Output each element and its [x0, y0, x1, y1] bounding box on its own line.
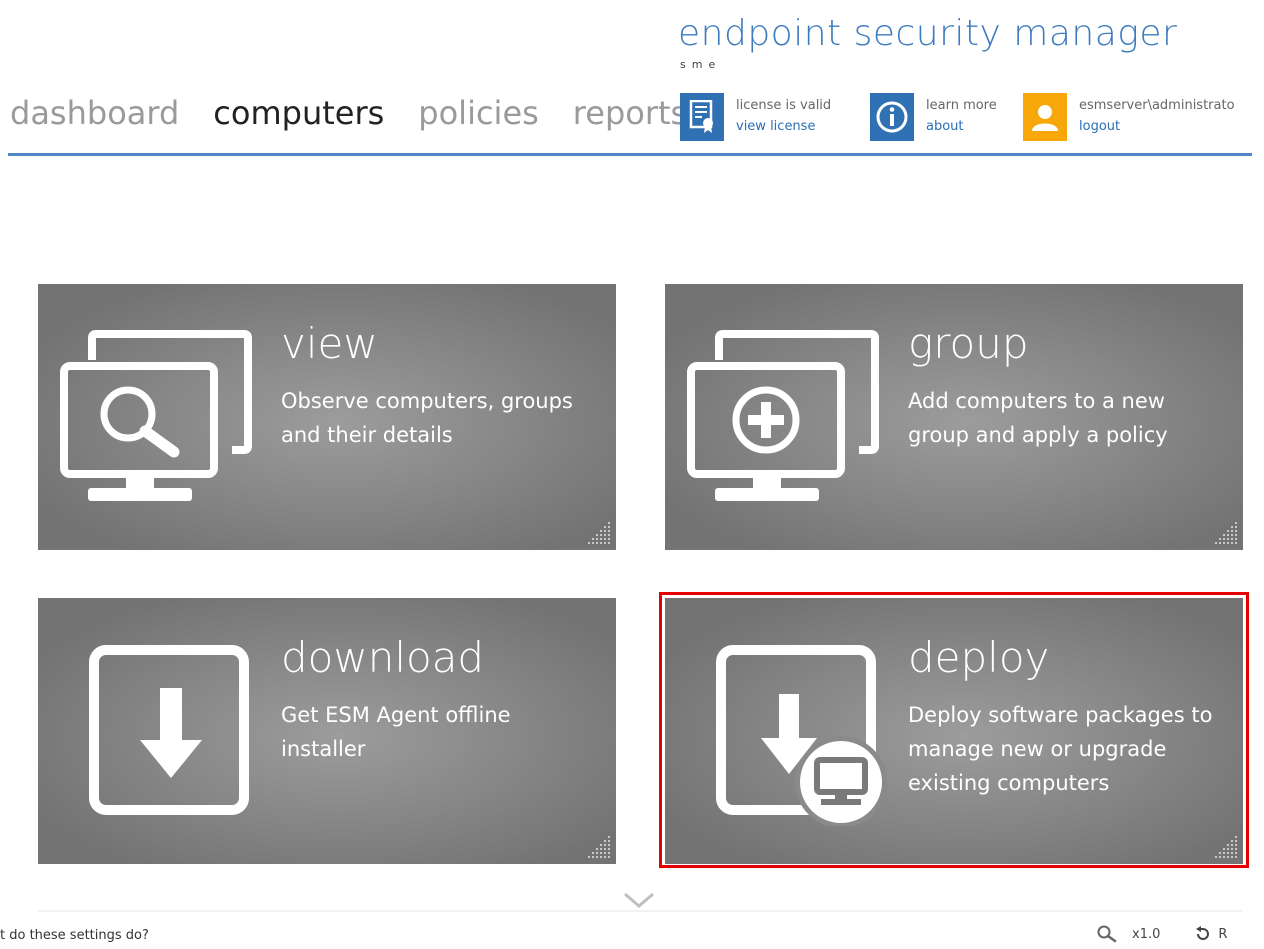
monitor-search-icon: [60, 330, 252, 501]
user-icon[interactable]: [1023, 93, 1067, 141]
nav-computers[interactable]: computers: [213, 94, 384, 132]
info-icon[interactable]: [870, 93, 914, 141]
nav-dashboard[interactable]: dashboard: [10, 94, 179, 132]
tile-group-desc: Add computers to a new group and apply a…: [908, 389, 1168, 447]
certificate-icon[interactable]: [680, 93, 724, 141]
main-nav: dashboard computers policies reports: [10, 94, 721, 132]
tile-download-desc: Get ESM Agent offline installer: [281, 703, 511, 761]
logout-link[interactable]: logout: [1079, 116, 1235, 137]
user-block: esmserver\administrato logout: [1023, 93, 1264, 141]
license-status: license is valid: [736, 98, 832, 113]
tile-download-title: download: [281, 633, 485, 682]
nav-reports[interactable]: reports: [573, 94, 687, 132]
resize-grip-icon: [588, 522, 610, 544]
tile-group-title: group: [908, 319, 1029, 368]
monitor-plus-icon: [687, 330, 879, 501]
resize-grip-icon: [1215, 836, 1237, 858]
help-link[interactable]: t do these settings do?: [0, 928, 149, 943]
tile-group[interactable]: group Add computers to a new group and a…: [665, 284, 1243, 550]
license-block: license is valid view license: [680, 93, 831, 141]
tile-view-title: view: [281, 319, 378, 368]
tile-deploy-desc: Deploy software packages to manage new o…: [908, 703, 1213, 795]
chevron-down-icon[interactable]: [622, 890, 656, 910]
deploy-icon: [716, 645, 887, 826]
download-icon: [89, 645, 249, 815]
learn-more-text: learn more: [926, 98, 997, 113]
tile-view[interactable]: view Observe computers, groups and their…: [38, 284, 616, 550]
app-edition: sme: [680, 58, 722, 71]
user-name: esmserver\administrato: [1079, 98, 1235, 113]
nav-policies[interactable]: policies: [418, 94, 539, 132]
app-title: endpoint security manager: [678, 13, 1178, 54]
reset-label[interactable]: R: [1218, 927, 1230, 942]
reset-icon[interactable]: [1194, 925, 1212, 943]
tile-deploy-title: deploy: [908, 633, 1050, 682]
header-divider: [8, 153, 1252, 156]
tile-view-desc: Observe computers, groups and their deta…: [281, 389, 573, 447]
search-icon[interactable]: [1096, 924, 1118, 944]
resize-grip-icon: [1215, 522, 1237, 544]
view-license-link[interactable]: view license: [736, 116, 831, 137]
learn-block: learn more about: [870, 93, 997, 141]
status-bar: t do these settings do? x1.0 R: [0, 920, 1264, 949]
about-link[interactable]: about: [926, 116, 997, 137]
content-divider: [38, 910, 1243, 912]
zoom-level: x1.0: [1132, 926, 1161, 942]
tile-deploy[interactable]: deploy Deploy software packages to manag…: [665, 598, 1243, 864]
brand: endpoint security manager sme: [678, 12, 1178, 71]
resize-grip-icon: [588, 836, 610, 858]
tile-download[interactable]: download Get ESM Agent offline installer: [38, 598, 616, 864]
